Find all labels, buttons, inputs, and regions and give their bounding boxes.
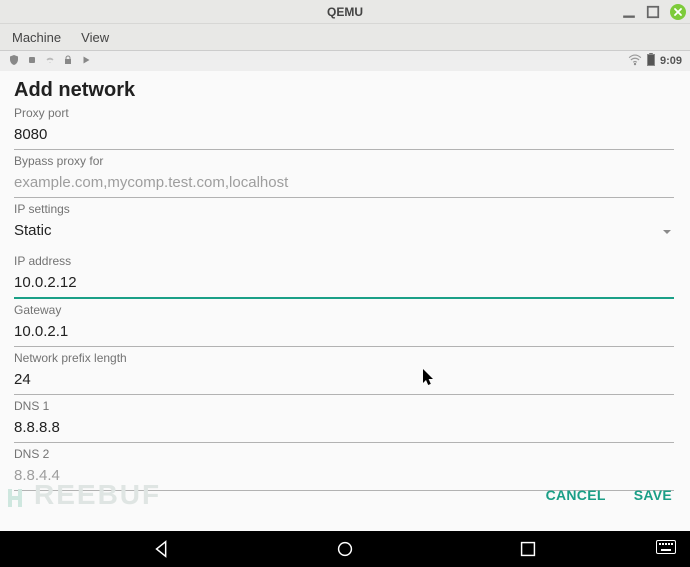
android-navbar (0, 531, 690, 567)
lock-icon (62, 54, 74, 69)
field-ip-settings: IP settings Static (14, 202, 674, 250)
cancel-button[interactable]: CANCEL (546, 487, 606, 503)
play-icon (80, 54, 92, 69)
label-proxy-port: Proxy port (14, 106, 674, 120)
field-gateway: Gateway (14, 303, 674, 347)
nav-back-button[interactable] (151, 538, 173, 560)
field-dns2: DNS 2 (14, 447, 674, 491)
label-ip-settings: IP settings (14, 202, 674, 216)
menu-view[interactable]: View (73, 27, 117, 48)
menu-machine[interactable]: Machine (4, 27, 69, 48)
status-left (8, 54, 92, 69)
save-button[interactable]: SAVE (634, 487, 672, 503)
select-ip-settings[interactable]: Static (14, 218, 674, 250)
qemu-window: QEMU Machine View (0, 0, 690, 567)
close-button[interactable] (670, 4, 686, 20)
wifi-icon (628, 54, 642, 69)
input-prefix-length[interactable] (14, 367, 674, 395)
input-ip-address[interactable] (14, 270, 674, 299)
window-titlebar: QEMU (0, 0, 690, 24)
label-ip-address: IP address (14, 254, 674, 268)
page-title: Add network (14, 79, 674, 102)
dialog-actions: CANCEL SAVE (546, 487, 672, 503)
android-statusbar: 9:09 (0, 51, 690, 71)
input-dns1[interactable] (14, 415, 674, 443)
label-dns1: DNS 1 (14, 399, 674, 413)
nav-home-button[interactable] (334, 538, 356, 560)
chevron-down-icon (662, 224, 672, 242)
label-dns2: DNS 2 (14, 447, 674, 461)
select-ip-settings-value: Static (14, 222, 52, 239)
label-gateway: Gateway (14, 303, 674, 317)
label-prefix-length: Network prefix length (14, 351, 674, 365)
menubar: Machine View (0, 24, 690, 50)
field-proxy-port: Proxy port (14, 106, 674, 150)
field-dns1: DNS 1 (14, 399, 674, 443)
status-time: 9:09 (660, 55, 682, 67)
field-ip-address: IP address (14, 254, 674, 299)
wifi-small-icon (44, 54, 56, 69)
field-bypass-proxy: Bypass proxy for (14, 154, 674, 198)
debug-icon (26, 54, 38, 69)
window-controls (622, 0, 686, 24)
battery-icon (647, 53, 655, 69)
status-right: 9:09 (628, 53, 682, 69)
input-bypass-proxy[interactable] (14, 170, 674, 198)
shield-icon (8, 54, 20, 69)
window-title: QEMU (327, 5, 363, 19)
nav-recents-button[interactable] (517, 538, 539, 560)
android-navbar-wrap (0, 531, 690, 567)
settings-content: Add network Proxy port Bypass proxy for … (0, 71, 690, 531)
input-gateway[interactable] (14, 319, 674, 347)
minimize-button[interactable] (622, 5, 636, 19)
label-bypass-proxy: Bypass proxy for (14, 154, 674, 168)
input-proxy-port[interactable] (14, 122, 674, 150)
maximize-button[interactable] (646, 5, 660, 19)
ime-keyboard-icon[interactable] (656, 540, 676, 559)
android-surface: 9:09 Add network Proxy port Bypass proxy… (0, 50, 690, 567)
field-prefix-length: Network prefix length (14, 351, 674, 395)
